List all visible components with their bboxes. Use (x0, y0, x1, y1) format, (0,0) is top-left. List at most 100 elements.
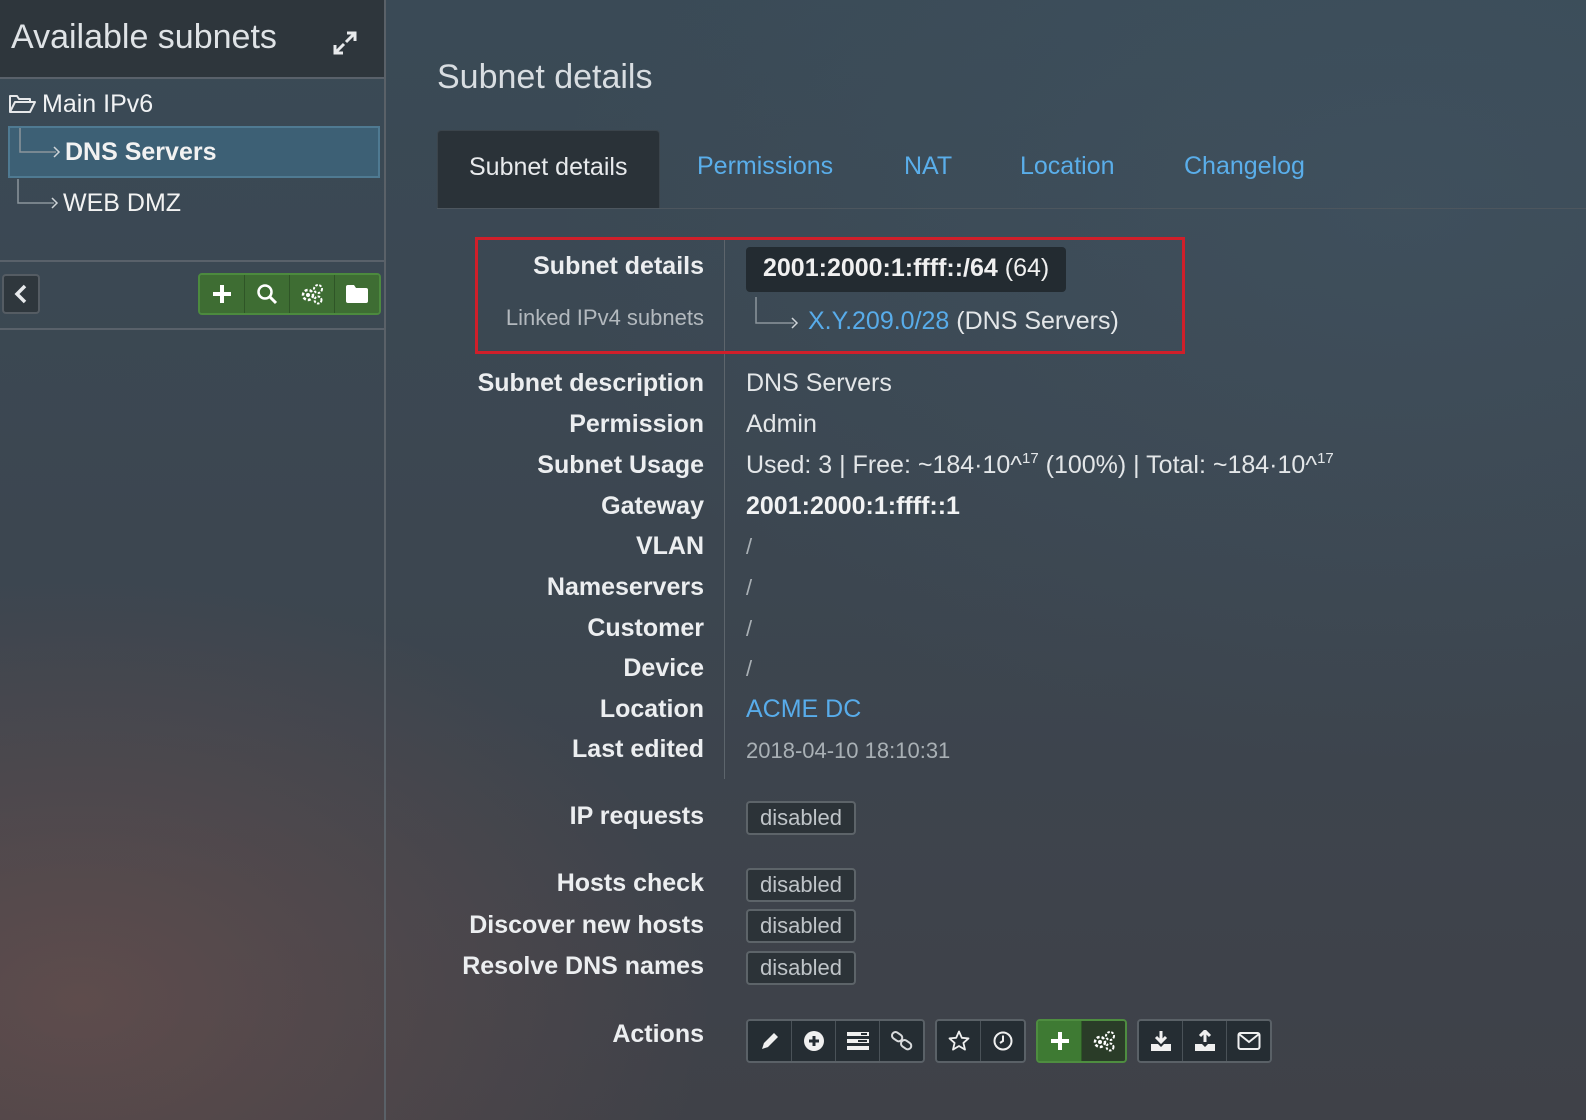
sidebar-item-label: DNS Servers (65, 138, 217, 166)
nameservers-label: Nameservers (546, 573, 704, 601)
add-ip-button[interactable] (792, 1021, 836, 1061)
hosts-check-label: Hosts check (556, 869, 704, 897)
tree-branch-icon (752, 297, 804, 333)
subnet-description-label: Subnet description (477, 369, 704, 397)
last-edited-label: Last edited (572, 735, 704, 763)
vlan-value: / (746, 534, 753, 559)
tab-subnet-details[interactable]: Subnet details (437, 130, 660, 208)
folder-icon (345, 284, 369, 304)
tree-branch-icon (16, 128, 66, 164)
search-subnet-button[interactable] (245, 275, 290, 313)
resolve-dns-badge: disabled (746, 951, 856, 985)
discover-hosts-badge: disabled (746, 909, 856, 943)
star-icon (948, 1030, 970, 1052)
linked-subnet-description: (DNS Servers) (956, 307, 1119, 335)
favourite-button[interactable] (937, 1021, 981, 1061)
actions-toolbar (746, 1019, 1282, 1063)
history-button[interactable] (981, 1021, 1024, 1061)
device-label: Device (623, 654, 704, 682)
plus-icon (1049, 1030, 1071, 1052)
subnet-mask: (64) (1004, 254, 1050, 282)
tab-location[interactable]: Location (989, 130, 1146, 208)
resolve-dns-label: Resolve DNS names (462, 952, 704, 980)
subnet-details-label: Subnet details (533, 252, 704, 280)
envelope-icon (1237, 1031, 1261, 1051)
actions-label: Actions (612, 1020, 704, 1048)
vlan-label: VLAN (635, 532, 704, 560)
edit-action-group (746, 1019, 925, 1063)
split-subnet-button[interactable] (836, 1021, 880, 1061)
edit-subnet-button[interactable] (748, 1021, 792, 1061)
location-label: Location (599, 695, 704, 723)
linked-subnet-entry: X.Y.209.0/28 (DNS Servers) (808, 307, 1119, 336)
import-button[interactable] (1139, 1021, 1183, 1061)
usage-exponent: 17 (1317, 450, 1334, 467)
sidebar-item-dns-servers[interactable]: DNS Servers (8, 126, 380, 178)
export-button[interactable] (1183, 1021, 1227, 1061)
collapse-sidebar-button[interactable] (2, 274, 40, 314)
link-subnet-button[interactable] (880, 1021, 923, 1061)
tab-bar: Subnet details Permissions NAT Location … (437, 130, 1586, 209)
sidebar-header: Available subnets (0, 0, 384, 79)
gateway-value: 2001:2000:1:ffff::1 (746, 492, 960, 520)
customer-value: / (746, 616, 753, 641)
expand-icon[interactable] (333, 31, 357, 55)
clock-icon (992, 1030, 1014, 1052)
permission-value: Admin (746, 410, 817, 438)
sidebar-title: Available subnets (11, 18, 277, 56)
device-value: / (746, 656, 753, 681)
sidebar-item-web-dmz[interactable]: WEB DMZ (8, 179, 380, 231)
upload-icon (1193, 1030, 1217, 1052)
tree-folder-main-ipv6[interactable]: Main IPv6 (8, 89, 153, 119)
discover-hosts-label: Discover new hosts (469, 911, 704, 939)
subnet-description-value: DNS Servers (746, 369, 892, 397)
favourite-action-group (935, 1019, 1026, 1063)
tree-branch-icon (14, 179, 64, 215)
last-edited-value: 2018-04-10 18:10:31 (746, 738, 951, 763)
permission-label: Permission (569, 410, 704, 438)
nameservers-value: / (746, 575, 753, 600)
linked-subnets-label: Linked IPv4 subnets (505, 305, 704, 330)
sidebar: Available subnets Main IPv6 DNS Servers … (0, 0, 386, 1120)
plus-circle-icon (803, 1030, 825, 1052)
download-icon (1149, 1030, 1173, 1052)
plus-icon (211, 283, 233, 305)
usage-text: (100%) | Total: ~184·10^ (1038, 451, 1318, 479)
tasks-icon (846, 1031, 870, 1051)
tab-changelog[interactable]: Changelog (1153, 130, 1336, 208)
search-icon (256, 283, 278, 305)
usage-text: Used: 3 | Free: ~184·10^ (746, 451, 1023, 479)
customer-label: Customer (587, 614, 704, 642)
folder-button[interactable] (335, 275, 379, 313)
gears-icon (1091, 1029, 1117, 1053)
add-subnet-button[interactable] (200, 275, 245, 313)
folder-open-icon (8, 93, 36, 115)
tree-folder-label: Main IPv6 (42, 89, 154, 118)
subnet-address-badge: 2001:2000:1:ffff::/64 (64) (746, 247, 1067, 292)
admin-action-group (1036, 1019, 1127, 1063)
subnet-tree: Main IPv6 DNS Servers WEB DMZ (0, 79, 384, 262)
link-icon (890, 1030, 914, 1052)
subnet-settings-button[interactable] (290, 275, 335, 313)
gears-icon (299, 282, 325, 306)
subnet-address: 2001:2000:1:ffff::/64 (763, 254, 998, 282)
linked-subnet-link[interactable]: X.Y.209.0/28 (808, 307, 949, 335)
sidebar-toolbar (0, 262, 384, 330)
tab-permissions[interactable]: Permissions (666, 130, 864, 208)
pencil-icon (759, 1030, 781, 1052)
settings-button[interactable] (1082, 1021, 1125, 1061)
usage-exponent: 17 (1022, 450, 1039, 467)
subnet-usage-label: Subnet Usage (537, 451, 704, 479)
tab-nat[interactable]: NAT (873, 130, 983, 208)
email-button[interactable] (1227, 1021, 1270, 1061)
chevron-left-icon (12, 283, 30, 305)
add-button[interactable] (1038, 1021, 1082, 1061)
export-action-group (1137, 1019, 1272, 1063)
subnet-usage-value: Used: 3 | Free: ~184·10^17 (100%) | Tota… (746, 451, 1334, 480)
main-content: Subnet details Subnet details Permission… (388, 0, 1586, 1120)
page-title: Subnet details (437, 58, 653, 96)
sidebar-item-label: WEB DMZ (63, 189, 182, 217)
ip-requests-label: IP requests (569, 802, 704, 830)
sidebar-action-group (198, 273, 381, 315)
location-link[interactable]: ACME DC (746, 695, 861, 724)
